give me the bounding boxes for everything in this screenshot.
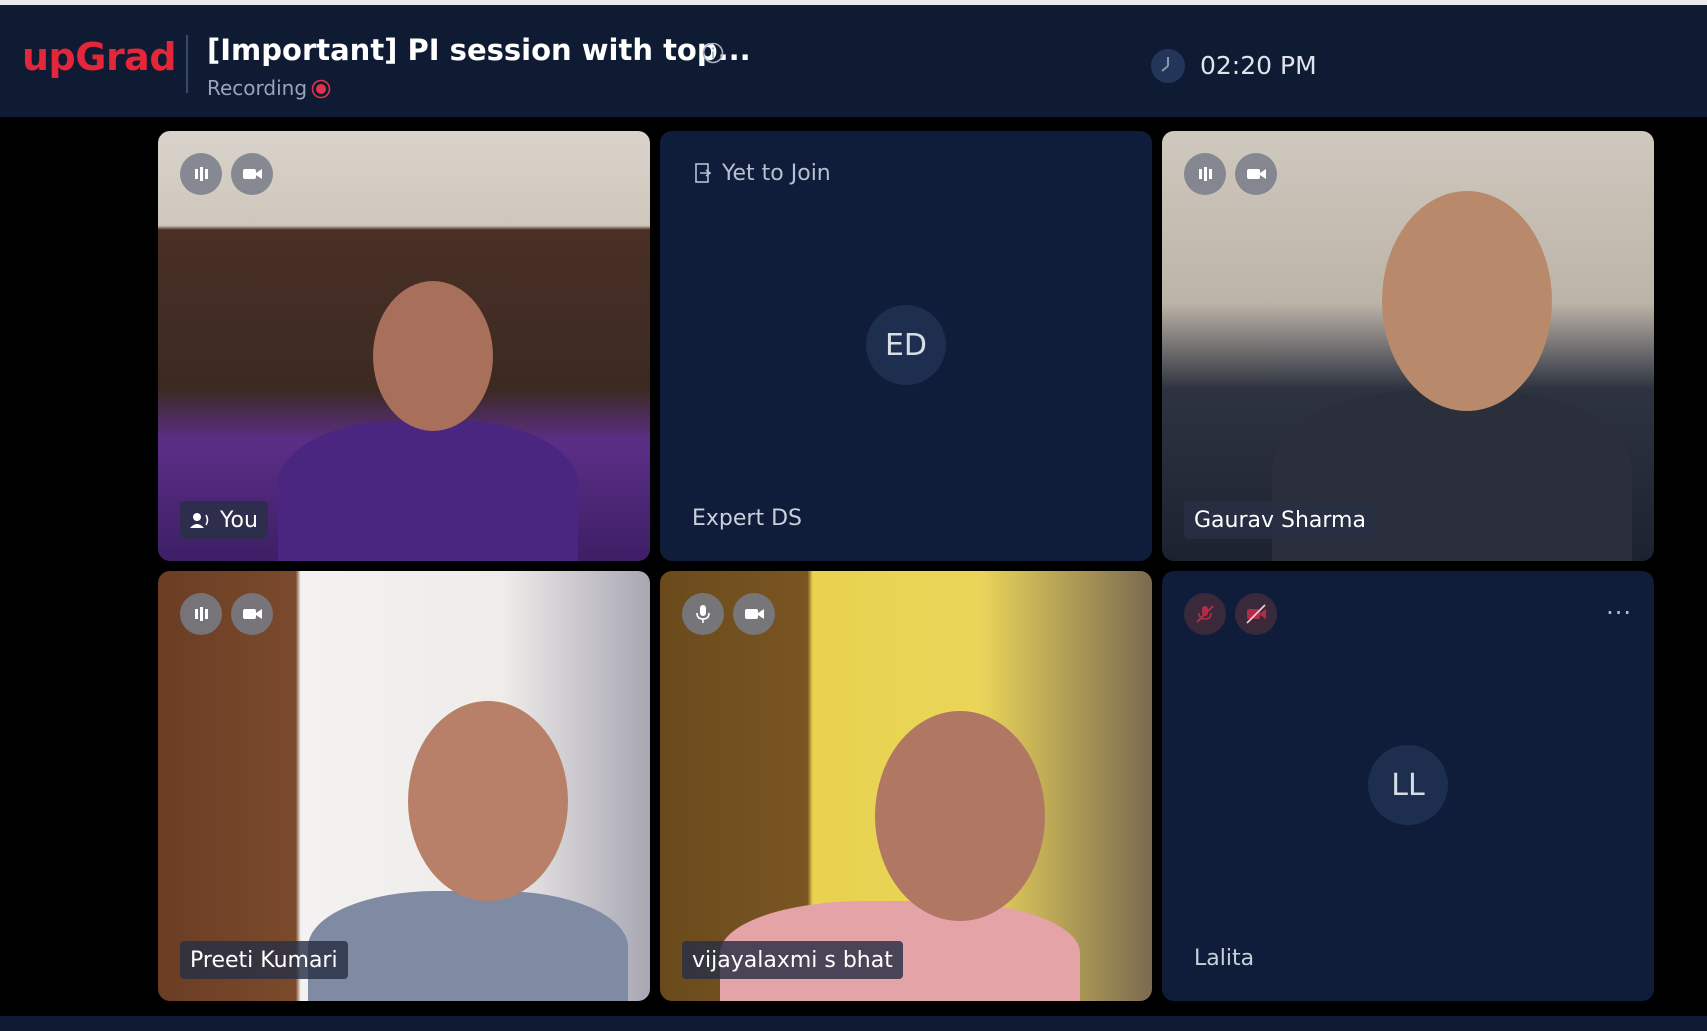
- camera-off-icon[interactable]: [1235, 593, 1277, 635]
- participant-name: Preeti Kumari: [190, 947, 338, 973]
- participant-tile-you[interactable]: You: [158, 131, 650, 561]
- participant-tile-gaurav-sharma[interactable]: Gaurav Sharma: [1162, 131, 1654, 561]
- participant-video: [308, 891, 628, 1001]
- participant-video-face: [1382, 191, 1552, 411]
- participant-name: You: [220, 507, 258, 533]
- camera-icon[interactable]: [1235, 153, 1277, 195]
- mic-active-icon[interactable]: [1184, 153, 1226, 195]
- door-enter-icon: [695, 163, 712, 183]
- participant-name: Expert DS: [692, 506, 802, 531]
- more-options-icon[interactable]: ···: [1606, 599, 1632, 627]
- participant-name-tag: Gaurav Sharma: [1184, 501, 1376, 539]
- clock-icon: [1151, 49, 1185, 83]
- upgrad-logo: upGrad: [22, 35, 177, 79]
- participant-tile-preeti-kumari[interactable]: Preeti Kumari: [158, 571, 650, 1001]
- mic-active-icon[interactable]: [180, 593, 222, 635]
- participant-video-face: [408, 701, 568, 901]
- mic-active-icon[interactable]: [180, 153, 222, 195]
- participant-name: vijayalaxmi s bhat: [692, 947, 893, 973]
- speaker-icon: [190, 513, 209, 528]
- mic-icon[interactable]: [682, 593, 724, 635]
- yet-to-join-badge: Yet to Join: [682, 153, 843, 193]
- meeting-title: [Important] PI session with top...: [207, 33, 751, 67]
- participant-tile-expert-ds[interactable]: Yet to Join ED Expert DS: [660, 131, 1152, 561]
- mic-muted-icon[interactable]: [1184, 593, 1226, 635]
- participant-avatar: LL: [1368, 745, 1448, 825]
- meeting-time: 02:20 PM: [1200, 51, 1317, 80]
- info-icon[interactable]: [702, 42, 724, 64]
- participant-name-tag: vijayalaxmi s bhat: [682, 941, 903, 979]
- meeting-header: upGrad [Important] PI session with top..…: [0, 5, 1707, 117]
- recording-indicator-icon: [311, 79, 331, 99]
- participant-name: Gaurav Sharma: [1194, 507, 1366, 533]
- bottom-toolbar: [0, 1016, 1707, 1031]
- camera-icon[interactable]: [733, 593, 775, 635]
- participant-name-tag: You: [180, 501, 268, 539]
- participant-avatar: ED: [866, 305, 946, 385]
- participant-tile-lalita[interactable]: ··· LL Lalita: [1162, 571, 1654, 1001]
- participant-video-face: [373, 281, 493, 431]
- camera-icon[interactable]: [231, 153, 273, 195]
- participant-name-tag: Preeti Kumari: [180, 941, 348, 979]
- participant-name: Lalita: [1194, 946, 1255, 971]
- recording-label: Recording: [207, 76, 308, 100]
- header-divider: [186, 35, 188, 93]
- participant-video-face: [875, 711, 1045, 921]
- participant-video: [278, 421, 578, 561]
- camera-icon[interactable]: [231, 593, 273, 635]
- participant-tile-vijayalaxmi-s-bhat[interactable]: vijayalaxmi s bhat: [660, 571, 1152, 1001]
- yet-to-join-label: Yet to Join: [722, 160, 831, 186]
